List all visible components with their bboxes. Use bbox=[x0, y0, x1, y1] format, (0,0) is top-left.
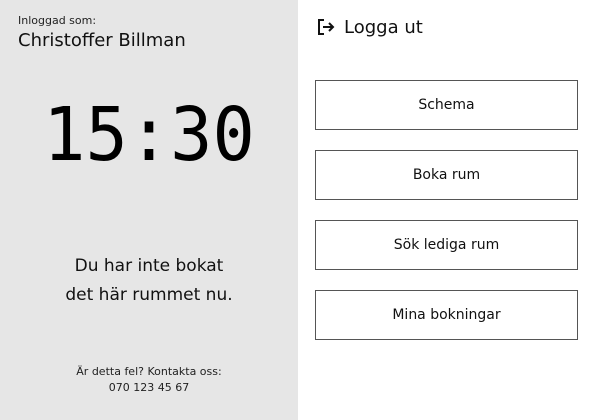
logout-button[interactable]: Logga ut bbox=[316, 14, 423, 40]
booking-status: Du har inte bokat det här rummet nu. bbox=[0, 252, 298, 310]
info-panel: Inloggad som: Christoffer Billman 15:30 … bbox=[0, 0, 298, 420]
booking-status-line-1: Du har inte bokat bbox=[74, 256, 224, 276]
contact-info: Är detta fel? Kontakta oss: 070 123 45 6… bbox=[0, 364, 298, 396]
my-bookings-button-label: Mina bokningar bbox=[392, 307, 501, 323]
booking-status-line-2: det här rummet nu. bbox=[65, 285, 233, 305]
book-room-button-label: Boka rum bbox=[412, 167, 481, 183]
user-name: Christoffer Billman bbox=[18, 30, 186, 51]
schedule-button-label: Schema bbox=[418, 97, 475, 113]
clock-time: 15:30 bbox=[43, 92, 255, 178]
logout-icon bbox=[318, 19, 335, 35]
my-bookings-button[interactable]: Mina bokningar bbox=[315, 290, 578, 340]
schedule-button[interactable]: Schema bbox=[315, 80, 578, 130]
contact-prompt: Är detta fel? Kontakta oss: bbox=[76, 365, 222, 378]
logged-in-label: Inloggad som: bbox=[18, 14, 97, 27]
contact-phone: 070 123 45 67 bbox=[108, 381, 190, 394]
logout-label: Logga ut bbox=[344, 16, 423, 38]
search-free-rooms-button[interactable]: Sök lediga rum bbox=[315, 220, 578, 270]
search-free-rooms-button-label: Sök lediga rum bbox=[393, 237, 500, 253]
book-room-button[interactable]: Boka rum bbox=[315, 150, 578, 200]
main-menu: Schema Boka rum Sök lediga rum Mina bokn… bbox=[315, 80, 578, 360]
kiosk-screen: Inloggad som: Christoffer Billman 15:30 … bbox=[0, 0, 595, 420]
